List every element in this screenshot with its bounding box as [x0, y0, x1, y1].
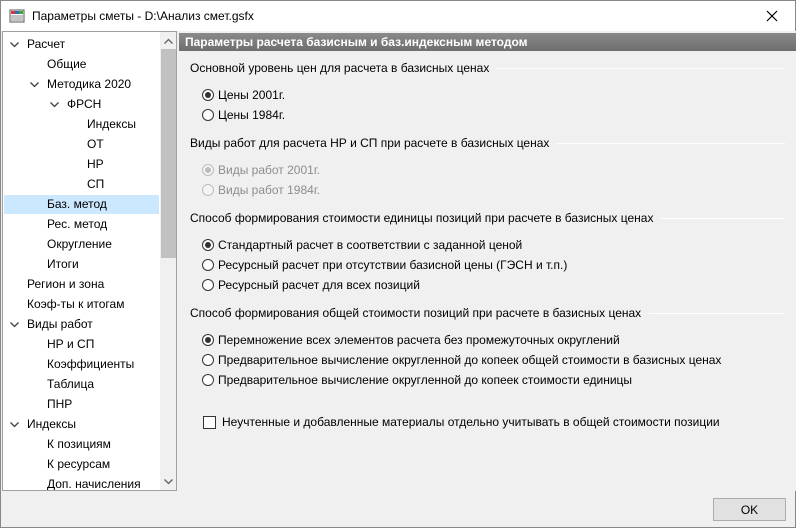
checkbox-box[interactable]	[203, 416, 216, 429]
tree-item[interactable]: НР	[3, 155, 159, 174]
radio-button[interactable]	[202, 334, 214, 346]
tree-item[interactable]: ОТ	[3, 135, 159, 154]
tree-item[interactable]: Индексы	[3, 115, 159, 134]
tree-item[interactable]: Общие	[3, 55, 159, 74]
radio-button[interactable]	[202, 109, 214, 121]
group-divider	[649, 313, 785, 314]
tree-item[interactable]: Баз. метод	[4, 195, 159, 214]
panel-header: Параметры расчета базисным и баз.индексн…	[179, 33, 796, 51]
group-divider	[497, 68, 785, 69]
tree-item[interactable]: Округление	[3, 235, 159, 254]
settings-tree[interactable]: Расчет Общие Методика 2020 ФРСН Индексы ОТ НР С…	[2, 31, 177, 491]
tree-item-label: К ресурсам	[47, 457, 111, 471]
radio-button[interactable]	[202, 89, 214, 101]
tree-item-label: Рес. метод	[47, 217, 108, 231]
tree-item-label: ФРСН	[67, 97, 102, 111]
tree-item-label: Коэф-ты к итогам	[27, 297, 125, 311]
radio-button[interactable]	[202, 354, 214, 366]
expand-arrow-icon[interactable]	[8, 415, 20, 434]
tree-item[interactable]: Методика 2020	[3, 75, 159, 94]
tree-item-label: НР	[87, 157, 104, 171]
tree-item[interactable]: НР и СП	[3, 335, 159, 354]
tree-item[interactable]: К позициям	[3, 435, 159, 454]
tree-scrollbar[interactable]	[160, 32, 176, 490]
tree-item-label: К позициям	[47, 437, 111, 451]
expand-arrow-icon[interactable]	[8, 315, 20, 334]
tree-item-label: ОТ	[87, 137, 104, 151]
group-title: Основной уровень цен для расчета в базис…	[190, 61, 490, 75]
group-title: Виды работ для расчета НР и СП при расче…	[190, 136, 550, 150]
group-title: Способ формирования стоимости единицы по…	[190, 211, 654, 225]
tree-item[interactable]: К ресурсам	[3, 455, 159, 474]
tree-item[interactable]: Расчет	[3, 35, 159, 54]
tree-item-label: Виды работ	[27, 317, 93, 331]
tree-item-label: Таблица	[47, 377, 95, 391]
radio-label: Стандартный расчет в соответствии с зада…	[218, 238, 523, 252]
settings-panel: Параметры расчета базисным и баз.индексн…	[179, 31, 796, 491]
tree-item-label: НР и СП	[47, 337, 95, 351]
radio-label: Виды работ 1984г.	[218, 183, 321, 197]
group-divider	[557, 143, 785, 144]
tree-item[interactable]: Коэф-ты к итогам	[3, 295, 159, 314]
radio-button	[202, 184, 214, 196]
radio-label: Ресурсный расчет для всех позиций	[218, 278, 420, 292]
tree-item-label: Коэффициенты	[47, 357, 135, 371]
radio-label: Цены 1984г.	[218, 108, 286, 122]
tree-item-label: Индексы	[27, 417, 76, 431]
tree-item[interactable]: Итоги	[3, 255, 159, 274]
tree-item-label: Баз. метод	[47, 197, 107, 211]
checkbox-label: Неучтенные и добавленные материалы отдел…	[222, 415, 720, 429]
tree-item-label: Итоги	[47, 257, 79, 271]
expand-arrow-icon[interactable]	[48, 95, 60, 114]
radio-button	[202, 164, 214, 176]
tree-item[interactable]: ФРСН	[3, 95, 159, 114]
app-icon	[9, 9, 25, 23]
radio-label: Виды работ 2001г.	[218, 163, 321, 177]
expand-arrow-icon[interactable]	[8, 35, 20, 54]
tree-item-label: ПНР	[47, 397, 73, 411]
tree-item[interactable]: Регион и зона	[3, 275, 159, 294]
radio-button[interactable]	[202, 374, 214, 386]
radio-button[interactable]	[202, 279, 214, 291]
radio-button[interactable]	[202, 259, 214, 271]
dialog-window: Параметры сметы - D:\Анализ смет.gsfx Ра…	[0, 0, 796, 528]
tree-item[interactable]: Коэффициенты	[3, 355, 159, 374]
tree-item-label: Доп. начисления	[47, 477, 141, 491]
scroll-up-button[interactable]	[160, 32, 176, 49]
chevron-down-icon	[164, 478, 173, 484]
tree-item[interactable]: Рес. метод	[3, 215, 159, 234]
group-divider	[661, 218, 785, 219]
radio-label: Перемножение всех элементов расчета без …	[218, 333, 620, 347]
tree-item[interactable]: Доп. начисления	[3, 475, 159, 491]
tree-item-label: Округление	[47, 237, 112, 251]
radio-label: Предварительное вычисление округленной д…	[218, 353, 722, 367]
tree-item-label: Регион и зона	[27, 277, 105, 291]
tree-item-label: Расчет	[27, 37, 66, 51]
tree-item-label: Индексы	[87, 117, 136, 131]
radio-label: Ресурсный расчет при отсутствии базисной…	[218, 258, 568, 272]
scroll-thumb[interactable]	[161, 49, 176, 258]
tree-item[interactable]: Индексы	[3, 415, 159, 434]
radio-label: Цены 2001г.	[218, 88, 286, 102]
tree-item[interactable]: ПНР	[3, 395, 159, 414]
scroll-down-button[interactable]	[160, 473, 176, 490]
tree-item-label: СП	[87, 177, 105, 191]
tree-item-label: Общие	[47, 57, 87, 71]
group-title: Способ формирования общей стоимости пози…	[190, 306, 642, 320]
expand-arrow-icon[interactable]	[28, 75, 40, 94]
tree-item-label: Методика 2020	[47, 77, 132, 91]
tree-item[interactable]: СП	[3, 175, 159, 194]
radio-label: Предварительное вычисление округленной д…	[218, 373, 633, 387]
close-button[interactable]	[749, 1, 795, 31]
tree-item[interactable]: Таблица	[3, 375, 159, 394]
window-title: Параметры сметы - D:\Анализ смет.gsfx	[32, 9, 254, 23]
chevron-up-icon	[164, 38, 173, 44]
tree-item[interactable]: Виды работ	[3, 315, 159, 334]
radio-button[interactable]	[202, 239, 214, 251]
title-bar: Параметры сметы - D:\Анализ смет.gsfx	[1, 1, 795, 31]
close-icon	[766, 10, 778, 22]
ok-button[interactable]: OK	[713, 498, 786, 521]
